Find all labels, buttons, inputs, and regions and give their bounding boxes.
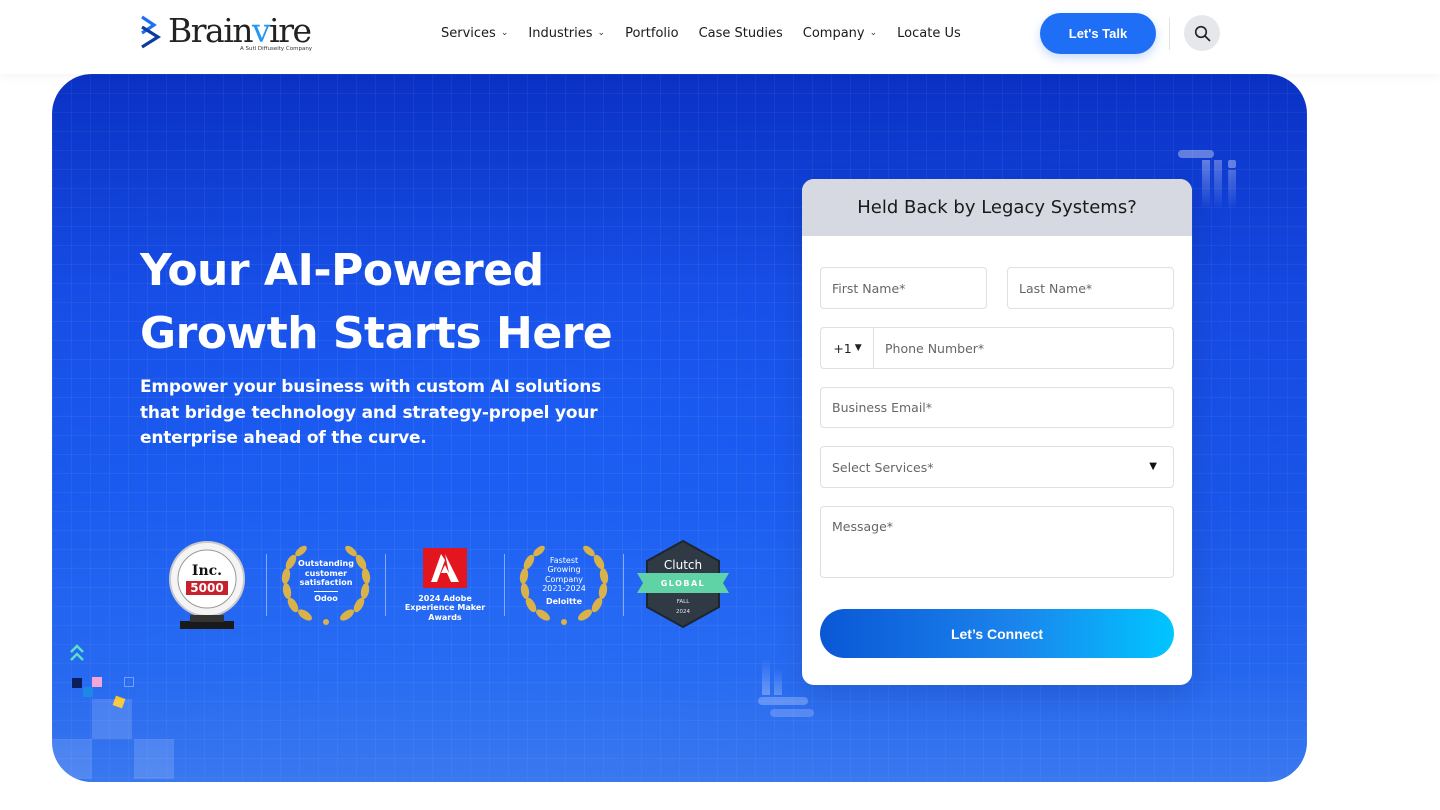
nav-item-case-studies[interactable]: Case Studies bbox=[699, 25, 783, 42]
double-chevron-up-icon bbox=[70, 644, 84, 661]
laurel-wreath-icon bbox=[519, 545, 609, 625]
contact-form-card: Held Back by Legacy Systems? +1 ▼ Select… bbox=[802, 179, 1192, 685]
chevron-down-icon: ⌄ bbox=[500, 28, 509, 38]
logo-chevron-icon bbox=[141, 15, 162, 49]
nav-item-company[interactable]: Company ⌄ bbox=[803, 25, 877, 42]
nav-item-portfolio[interactable]: Portfolio bbox=[625, 25, 678, 42]
hero-title: Your AI-Powered Growth Starts Here bbox=[140, 245, 613, 359]
laurel-wreath-icon bbox=[281, 545, 371, 625]
lets-talk-button[interactable]: Let's Talk bbox=[1040, 13, 1156, 54]
award-adobe: 2024 Adobe Experience Maker Awards bbox=[386, 539, 504, 631]
header-divider bbox=[1169, 18, 1170, 50]
search-button[interactable] bbox=[1184, 15, 1220, 51]
phone-input[interactable] bbox=[885, 340, 1173, 356]
message-field[interactable] bbox=[820, 506, 1174, 578]
country-code-select[interactable]: +1 ▼ bbox=[820, 327, 874, 369]
inc-badge-line2: 5000 bbox=[186, 581, 228, 595]
search-icon bbox=[1194, 25, 1210, 41]
chevron-down-icon: ⌄ bbox=[869, 28, 878, 38]
nav-item-industries[interactable]: Industries ⌄ bbox=[528, 25, 605, 42]
lets-connect-button[interactable]: Let’s Connect bbox=[820, 609, 1174, 658]
phone-field[interactable] bbox=[873, 327, 1174, 369]
country-code-value: +1 bbox=[833, 340, 852, 356]
clutch-year: 2024 bbox=[676, 609, 690, 615]
nav-item-services[interactable]: Services ⌄ bbox=[441, 25, 508, 42]
hero-subtitle: Empower your business with custom AI sol… bbox=[140, 377, 602, 448]
clutch-season: FALL bbox=[676, 599, 690, 605]
first-name-field[interactable] bbox=[820, 267, 987, 309]
services-select-value: Select Services* bbox=[832, 459, 934, 475]
last-name-input[interactable] bbox=[1019, 280, 1173, 296]
awards-row: Inc. 5000 Outstanding customer satisfact… bbox=[148, 539, 742, 631]
award-inc-5000: Inc. 5000 bbox=[148, 539, 266, 631]
last-name-field[interactable] bbox=[1007, 267, 1174, 309]
main-nav: Services ⌄ Industries ⌄ Portfolio Case Stu… bbox=[441, 25, 961, 42]
business-email-field[interactable] bbox=[820, 387, 1174, 428]
award-odoo: Outstanding customer satisfaction Odoo bbox=[267, 539, 385, 631]
award-clutch: Clutch GLOBAL FALL 2024 bbox=[624, 539, 742, 631]
caret-down-icon: ▼ bbox=[854, 343, 862, 353]
adobe-logo-icon bbox=[423, 547, 467, 588]
form-heading: Held Back by Legacy Systems? bbox=[802, 179, 1192, 236]
caret-down-icon: ▼ bbox=[1149, 461, 1157, 472]
services-select[interactable]: Select Services* ▼ bbox=[820, 446, 1174, 488]
logo-wordmark: Brainvire bbox=[168, 11, 312, 50]
brainvire-logo[interactable]: Brainvire A Sutl Diffuseity Company bbox=[138, 11, 313, 56]
award-adobe-text: 2024 Adobe Experience Maker Awards bbox=[404, 593, 486, 622]
site-header: Brainvire A Sutl Diffuseity Company Serv… bbox=[0, 0, 1440, 74]
decorative-pixels-left bbox=[52, 644, 192, 782]
nav-item-locate-us[interactable]: Locate Us bbox=[897, 25, 961, 42]
clutch-ribbon: GLOBAL bbox=[660, 579, 706, 588]
award-deloitte: Fastest Growing Company 2021-2024 Deloit… bbox=[505, 539, 623, 631]
clutch-title: Clutch bbox=[663, 558, 703, 572]
logo-tagline: A Sutl Diffuseity Company bbox=[240, 46, 313, 52]
chevron-down-icon: ⌄ bbox=[597, 28, 606, 38]
message-textarea[interactable] bbox=[832, 519, 1173, 567]
business-email-input[interactable] bbox=[832, 400, 1173, 415]
first-name-input[interactable] bbox=[832, 280, 986, 296]
